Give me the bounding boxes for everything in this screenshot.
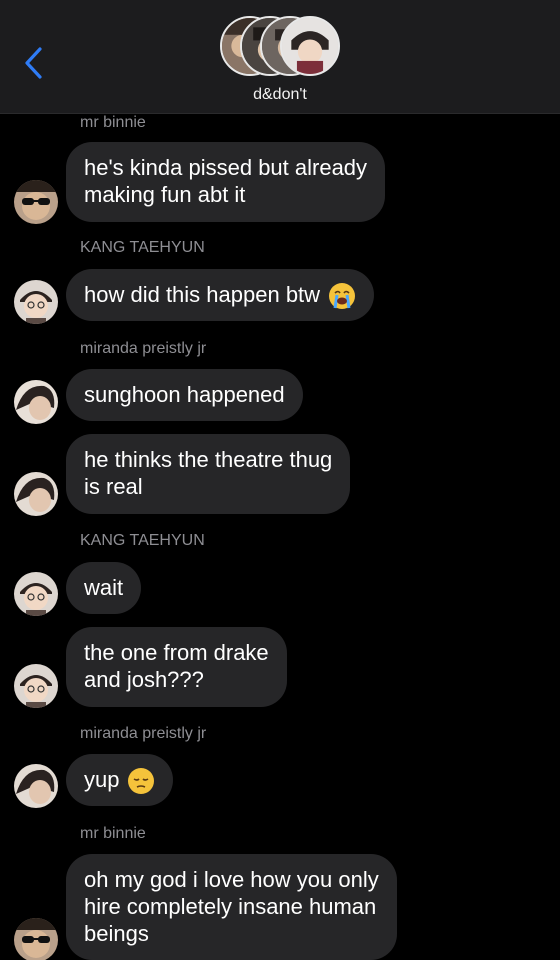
message-bubble[interactable]: he's kinda pissed but already making fun… bbox=[66, 142, 386, 222]
chevron-left-icon[interactable] bbox=[22, 46, 46, 80]
message-text: sunghoon happened bbox=[84, 382, 285, 407]
message-line: he thinks the theatre thug bbox=[84, 447, 333, 472]
message-line: the one from drake bbox=[84, 640, 269, 665]
avatar[interactable] bbox=[14, 664, 58, 708]
avatar[interactable] bbox=[14, 180, 58, 224]
group-avatars[interactable] bbox=[220, 16, 342, 78]
message-bubble[interactable]: he thinks the theatre thug is real bbox=[66, 434, 351, 514]
message-line: oh my god i love how you only bbox=[84, 867, 379, 892]
message-text: yup bbox=[84, 767, 120, 792]
message-line: beings bbox=[84, 921, 149, 946]
avatar[interactable] bbox=[14, 572, 58, 616]
message-bubble[interactable]: how did this happen btw bbox=[66, 269, 375, 321]
group-name[interactable]: d&don't bbox=[0, 86, 560, 104]
message-bubble[interactable]: wait bbox=[66, 562, 142, 614]
message-line: is real bbox=[84, 474, 143, 499]
message-line: and josh??? bbox=[84, 667, 204, 692]
avatar[interactable] bbox=[14, 380, 58, 424]
sender-name: miranda preistly jr bbox=[80, 340, 207, 357]
message-line: making fun abt it bbox=[84, 182, 246, 207]
avatar[interactable] bbox=[14, 280, 58, 324]
sender-name: KANG TAEHYUN bbox=[80, 532, 205, 549]
avatar[interactable] bbox=[14, 764, 58, 808]
avatar[interactable] bbox=[14, 918, 58, 960]
sender-name: miranda preistly jr bbox=[80, 725, 207, 742]
loudly-crying-face-icon bbox=[329, 283, 356, 310]
avatar[interactable] bbox=[14, 472, 58, 516]
message-text: wait bbox=[84, 575, 124, 600]
sender-name: mr binnie bbox=[80, 825, 146, 842]
message-feed[interactable]: mr binnie he's kinda pissed but already … bbox=[0, 114, 560, 960]
sender-name: KANG TAEHYUN bbox=[80, 239, 205, 256]
message-line: hire completely insane human bbox=[84, 894, 377, 919]
message-bubble[interactable]: the one from drake and josh??? bbox=[66, 627, 287, 707]
message-bubble[interactable]: oh my god i love how you only hire compl… bbox=[66, 854, 397, 960]
message-text: how did this happen btw bbox=[84, 282, 321, 307]
group-avatar bbox=[280, 16, 340, 76]
message-bubble[interactable]: sunghoon happened bbox=[66, 369, 303, 421]
message-bubble[interactable]: yup bbox=[66, 754, 174, 806]
message-line: he's kinda pissed but already bbox=[84, 155, 368, 180]
sender-name: mr binnie bbox=[80, 114, 146, 131]
chat-header: d&don't bbox=[0, 0, 560, 114]
pensive-face-icon bbox=[128, 768, 155, 795]
